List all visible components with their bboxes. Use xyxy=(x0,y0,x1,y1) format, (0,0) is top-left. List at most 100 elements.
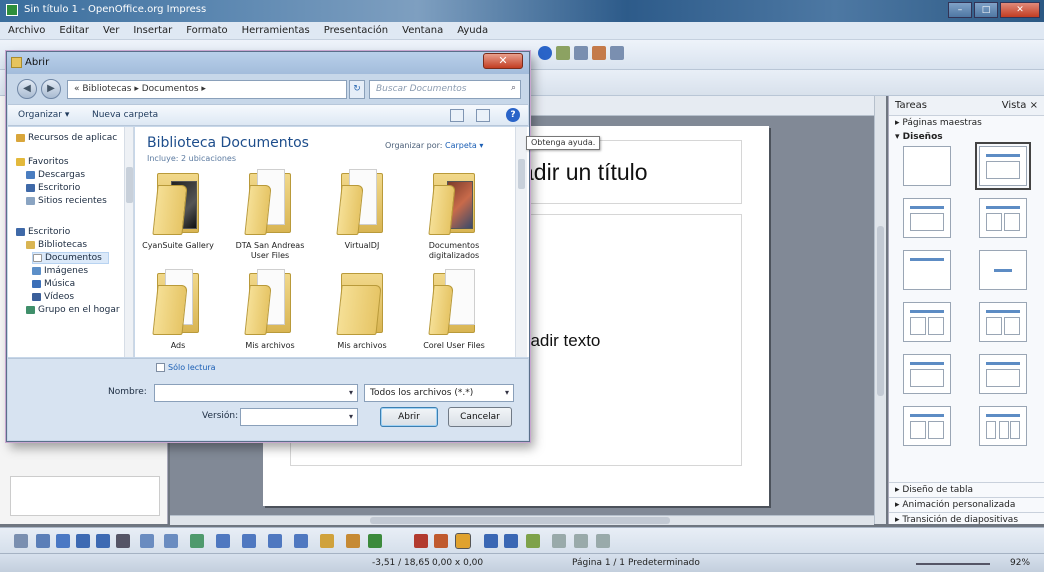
folder-item[interactable]: VirtualDJ xyxy=(323,167,401,263)
arrange-by[interactable]: Organizar por: Carpeta ▾ xyxy=(385,141,483,150)
menu-archivo[interactable]: Archivo xyxy=(8,25,45,36)
layout-title-only[interactable] xyxy=(903,250,951,290)
help-icon[interactable] xyxy=(538,46,552,60)
shadow-icon[interactable] xyxy=(526,534,540,548)
close-tasks-icon[interactable]: × xyxy=(1030,100,1038,111)
gallery-icon[interactable] xyxy=(434,534,448,548)
view-menu[interactable]: Vista xyxy=(1002,100,1027,111)
points-icon[interactable] xyxy=(346,534,360,548)
align-icon[interactable] xyxy=(574,534,588,548)
layout-blank[interactable] xyxy=(903,146,951,186)
slide-thumbnail[interactable] xyxy=(10,476,160,516)
horizontal-scrollbar[interactable] xyxy=(170,515,874,525)
layout-title-content-2content[interactable] xyxy=(979,302,1027,342)
nav-item-grupo-hogar[interactable]: Grupo en el hogar xyxy=(26,305,120,315)
nav-item-documentos[interactable]: Documentos xyxy=(32,252,109,264)
folder-item[interactable]: Ads xyxy=(139,267,217,357)
layout-title-content-2[interactable] xyxy=(903,198,951,238)
table-icon[interactable] xyxy=(556,46,570,60)
read-only-checkbox[interactable]: Sólo lectura xyxy=(156,363,216,372)
fontwork-icon[interactable] xyxy=(368,534,382,548)
nav-scrollbar[interactable] xyxy=(124,127,133,357)
folder-item[interactable]: CyanSuite Gallery xyxy=(139,167,217,263)
folder-item[interactable]: Mis archivos xyxy=(231,267,309,357)
open-button[interactable]: Abrir xyxy=(380,407,438,427)
3d-icon[interactable] xyxy=(484,534,498,548)
nav-item-imagenes[interactable]: Imágenes xyxy=(32,266,88,276)
rotate-icon[interactable] xyxy=(552,534,566,548)
filetype-select[interactable]: Todos los archivos (*.*) ▾ xyxy=(364,384,514,402)
section-custom-animation[interactable]: ▸ Animación personalizada xyxy=(889,497,1044,512)
callouts-icon[interactable] xyxy=(294,534,308,548)
section-master-pages[interactable]: ▸ Páginas maestras xyxy=(889,116,1044,130)
stars-icon[interactable] xyxy=(320,534,334,548)
layout-title-2content-over[interactable] xyxy=(903,354,951,394)
menu-editar[interactable]: Editar xyxy=(59,25,89,36)
menu-ver[interactable]: Ver xyxy=(103,25,119,36)
file-list-scrollbar[interactable] xyxy=(515,127,527,357)
folder-item[interactable]: Mis archivos xyxy=(323,267,401,357)
menu-ayuda[interactable]: Ayuda xyxy=(457,25,488,36)
section-table-design[interactable]: ▸ Diseño de tabla xyxy=(889,482,1044,497)
menu-formato[interactable]: Formato xyxy=(186,25,227,36)
back-icon[interactable]: ◀ xyxy=(17,79,37,99)
nav-item-favoritos[interactable]: Favoritos xyxy=(16,157,69,167)
chart-icon[interactable] xyxy=(574,46,588,60)
nav-item-escritorio[interactable]: Escritorio xyxy=(16,227,70,237)
nav-item-descargas[interactable]: Descargas xyxy=(26,170,85,180)
ellipse-icon[interactable] xyxy=(96,534,110,548)
navigator-icon[interactable] xyxy=(610,46,624,60)
layout-title-content[interactable] xyxy=(975,142,1031,190)
section-layouts[interactable]: ▾ Diseños xyxy=(889,130,1044,144)
nav-item-videos[interactable]: Vídeos xyxy=(32,292,74,302)
menu-presentacion[interactable]: Presentación xyxy=(324,25,388,36)
curve-icon[interactable] xyxy=(140,534,154,548)
menu-ventana[interactable]: Ventana xyxy=(402,25,443,36)
from-file-icon[interactable] xyxy=(414,534,428,548)
basic-shapes-icon[interactable] xyxy=(190,534,204,548)
nav-item-bibliotecas[interactable]: Bibliotecas xyxy=(26,240,87,250)
arrow-icon[interactable] xyxy=(56,534,70,548)
select-icon[interactable] xyxy=(14,534,28,548)
section-slide-transition[interactable]: ▸ Transición de diapositivas xyxy=(889,512,1044,527)
vertical-scrollbar[interactable] xyxy=(874,96,886,524)
folder-item[interactable]: Corel User Files xyxy=(415,267,493,357)
organize-button[interactable]: Organizar ▾ xyxy=(18,110,69,120)
view-options-icon[interactable] xyxy=(450,109,464,122)
address-bar[interactable]: « Bibliotecas ▸ Documentos ▸ xyxy=(67,80,347,99)
menu-herramientas[interactable]: Herramientas xyxy=(242,25,310,36)
layout-title-2content-content[interactable] xyxy=(903,302,951,342)
menu-insertar[interactable]: Insertar xyxy=(133,25,172,36)
flowchart-icon[interactable] xyxy=(268,534,282,548)
layout-title-6content[interactable] xyxy=(979,406,1027,446)
dialog-close-button[interactable]: ✕ xyxy=(483,53,523,69)
forward-icon[interactable]: ▶ xyxy=(41,79,61,99)
refresh-icon[interactable]: ↻ xyxy=(349,80,365,99)
status-zoom[interactable]: 92% xyxy=(1010,558,1030,568)
cancel-button[interactable]: Cancelar xyxy=(448,407,512,427)
layout-title-4content[interactable] xyxy=(903,406,951,446)
text-icon[interactable] xyxy=(116,534,130,548)
arrange-icon[interactable] xyxy=(596,534,610,548)
nav-item-musica[interactable]: Música xyxy=(32,279,75,289)
layout-title-two-columns[interactable] xyxy=(979,198,1027,238)
nav-item-escritorio-fav[interactable]: Escritorio xyxy=(26,183,80,193)
extrusion-icon[interactable] xyxy=(455,533,471,549)
folder-item[interactable]: Documentos digitalizados xyxy=(415,167,493,263)
library-includes[interactable]: Incluye: 2 ubicaciones xyxy=(147,154,236,163)
rectangle-icon[interactable] xyxy=(76,534,90,548)
connector-icon[interactable] xyxy=(164,534,178,548)
maximize-button[interactable]: □ xyxy=(974,2,998,18)
symbol-shapes-icon[interactable] xyxy=(216,534,230,548)
version-select[interactable]: ▾ xyxy=(240,408,358,426)
layout-title-content-over[interactable] xyxy=(979,354,1027,394)
search-input[interactable]: Buscar Documentos ⌕ xyxy=(369,80,521,99)
new-folder-button[interactable]: Nueva carpeta xyxy=(92,110,158,120)
nav-item-recursos[interactable]: Recursos de aplicac xyxy=(16,133,117,143)
line-icon[interactable] xyxy=(36,534,50,548)
block-arrows-icon[interactable] xyxy=(242,534,256,548)
filename-input[interactable]: ▾ xyxy=(154,384,358,402)
image-icon[interactable] xyxy=(592,46,606,60)
zoom-slider[interactable] xyxy=(916,563,990,565)
minimize-button[interactable]: – xyxy=(948,2,972,18)
